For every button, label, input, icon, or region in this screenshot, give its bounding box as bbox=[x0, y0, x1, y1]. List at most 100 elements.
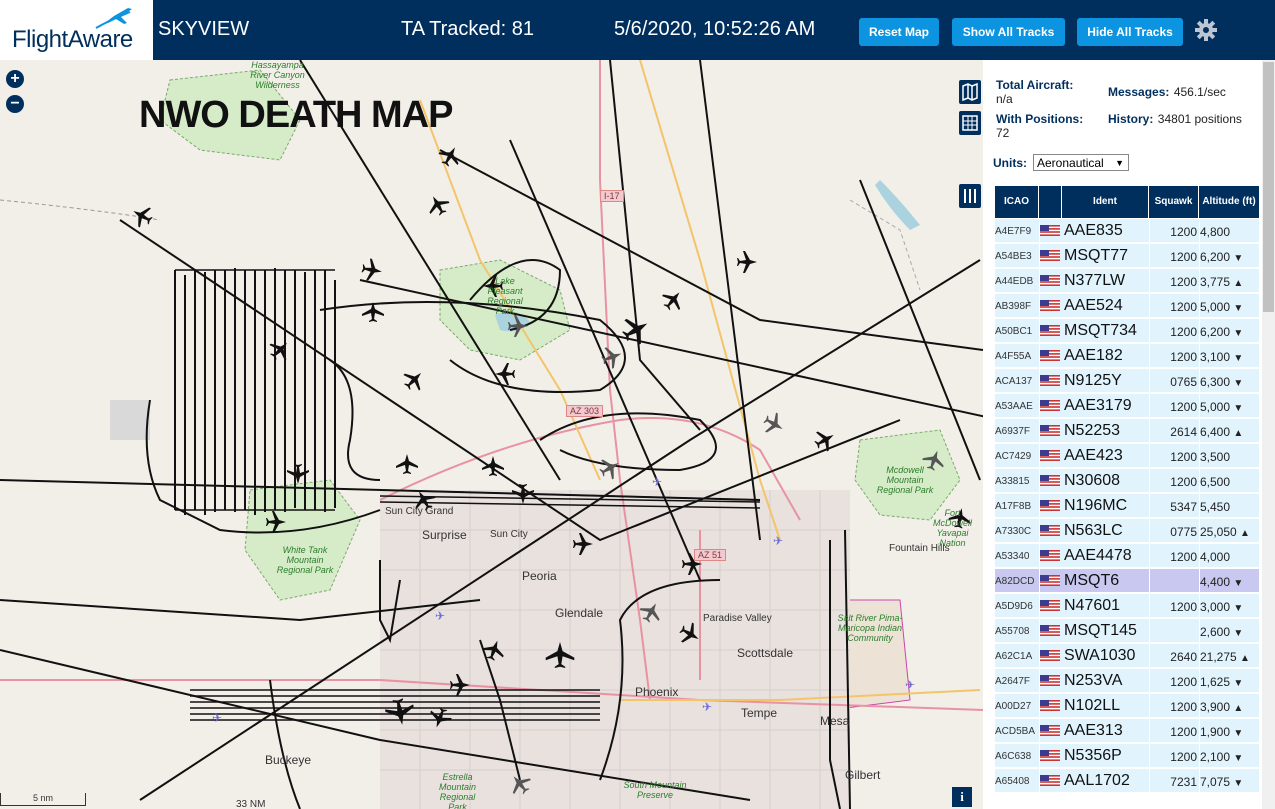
info-button[interactable]: i bbox=[952, 787, 972, 807]
aircraft-icon bbox=[133, 207, 153, 228]
us-flag-icon bbox=[1040, 275, 1060, 286]
table-row[interactable]: A6C638 N5356P 1200 2,100 ▼ bbox=[995, 744, 1259, 768]
tracked-count: TA Tracked: 81 bbox=[401, 18, 535, 40]
column-divider bbox=[1149, 244, 1150, 268]
altitude-value: 1,900 bbox=[1200, 725, 1231, 739]
table-row[interactable]: A53AAE AAE3179 1200 5,000 ▼ bbox=[995, 394, 1259, 418]
table-row[interactable]: A50BC1 MSQT734 1200 6,200 ▼ bbox=[995, 319, 1259, 343]
place-glendale: Glendale bbox=[555, 606, 604, 620]
table-row[interactable]: A00D27 N102LL 1200 3,900 ▲ bbox=[995, 694, 1259, 718]
ident-cell: N253VA bbox=[1064, 672, 1123, 689]
units-select[interactable]: Aeronautical ▼ bbox=[1033, 154, 1129, 171]
altitude-cell: 25,050 ▲ bbox=[1200, 525, 1256, 539]
place-sun-city-grand: Sun City Grand bbox=[385, 506, 454, 517]
aircraft-icon bbox=[763, 412, 783, 433]
us-flag-icon bbox=[1040, 775, 1060, 786]
map-view[interactable]: ✈ ✈ ✈ ✈ ✈ ✈ + − NWO DEATH MAP Surprise S… bbox=[0, 60, 983, 809]
altitude-cell: 6,400 ▲ bbox=[1200, 425, 1256, 439]
table-row[interactable]: A55708 MSQT145 2,600 ▼ bbox=[995, 619, 1259, 643]
column-divider bbox=[1199, 569, 1200, 593]
map-layers-button[interactable] bbox=[959, 80, 981, 104]
table-row[interactable]: ACD5BA AAE313 1200 1,900 ▼ bbox=[995, 719, 1259, 743]
table-row[interactable]: AC7429 AAE423 1200 3,500 bbox=[995, 444, 1259, 468]
hide-all-tracks-button[interactable]: Hide All Tracks bbox=[1077, 18, 1183, 46]
column-divider bbox=[1039, 744, 1040, 768]
table-row[interactable]: A82DCD MSQT6 4,400 ▼ bbox=[995, 569, 1259, 593]
show-all-tracks-button[interactable]: Show All Tracks bbox=[952, 18, 1065, 46]
us-flag-icon bbox=[1040, 425, 1060, 436]
place-phoenix: Phoenix bbox=[635, 685, 679, 699]
squawk-cell: 7231 bbox=[1170, 775, 1197, 789]
grid-toggle-button[interactable] bbox=[959, 111, 981, 135]
us-flag-icon bbox=[1040, 475, 1060, 486]
col-altitude[interactable]: Altitude (ft) bbox=[1199, 186, 1259, 218]
column-divider bbox=[1199, 719, 1200, 743]
dropdown-arrow-icon: ▼ bbox=[1115, 158, 1124, 168]
table-row[interactable]: A53340 AAE4478 1200 4,000 bbox=[995, 544, 1259, 568]
squawk-cell: 1200 bbox=[1170, 475, 1197, 489]
zoom-out-button[interactable]: − bbox=[6, 95, 24, 113]
col-ident[interactable]: Ident bbox=[1062, 186, 1149, 218]
columns-toggle-button[interactable] bbox=[959, 184, 981, 208]
altitude-value: 3,900 bbox=[1200, 700, 1231, 714]
column-divider bbox=[1039, 419, 1040, 443]
table-row[interactable]: A65408 AAL1702 7231 7,075 ▼ bbox=[995, 769, 1259, 793]
place-peoria: Peoria bbox=[522, 569, 557, 583]
table-row[interactable]: ACA137 N9125Y 0765 6,300 ▼ bbox=[995, 369, 1259, 393]
column-divider bbox=[1149, 219, 1150, 243]
scrollbar-thumb[interactable] bbox=[1263, 62, 1274, 312]
with-positions-label: With Positions: bbox=[996, 112, 1084, 126]
icao-cell: A7330C bbox=[995, 526, 1032, 537]
table-row[interactable]: A2647F N253VA 1200 1,625 ▼ bbox=[995, 669, 1259, 693]
table-row[interactable]: A4E7F9 AAE835 1200 4,800 bbox=[995, 219, 1259, 243]
column-divider bbox=[1199, 544, 1200, 568]
park-mcdowell: Mcdowell Mountain Regional Park bbox=[876, 465, 934, 495]
table-row[interactable]: A62C1A SWA1030 2640 21,275 ▲ bbox=[995, 644, 1259, 668]
us-flag-icon bbox=[1040, 700, 1060, 711]
col-icao[interactable]: ICAO bbox=[995, 186, 1039, 218]
icao-cell: AC7429 bbox=[995, 451, 1032, 462]
column-divider bbox=[1149, 394, 1150, 418]
altitude-cell: 1,625 ▼ bbox=[1200, 675, 1256, 689]
table-row[interactable]: A7330C N563LC 0775 25,050 ▲ bbox=[995, 519, 1259, 543]
table-row[interactable]: A4F55A AAE182 1200 3,100 ▼ bbox=[995, 344, 1259, 368]
park-area bbox=[244, 479, 361, 601]
us-flag-icon bbox=[1040, 600, 1060, 611]
with-positions-value: 72 bbox=[996, 126, 1010, 140]
table-row[interactable]: AB398F AAE524 1200 5,000 ▼ bbox=[995, 294, 1259, 318]
squawk-cell: 1200 bbox=[1170, 600, 1197, 614]
squawk-cell: 1200 bbox=[1170, 250, 1197, 264]
place-gilbert: Gilbert bbox=[845, 768, 881, 782]
squawk-cell: 1200 bbox=[1170, 300, 1197, 314]
table-row[interactable]: A6937F N52253 2614 6,400 ▲ bbox=[995, 419, 1259, 443]
history-value: 34801 positions bbox=[1157, 112, 1242, 126]
table-row[interactable]: A54BE3 MSQT77 1200 6,200 ▼ bbox=[995, 244, 1259, 268]
column-divider bbox=[1039, 669, 1040, 693]
altitude-trend-icon: ▼ bbox=[1233, 728, 1244, 739]
col-flag[interactable] bbox=[1039, 186, 1062, 218]
table-row[interactable]: A17F8B N196MC 5347 5,450 bbox=[995, 494, 1259, 518]
altitude-cell: 3,900 ▲ bbox=[1200, 700, 1256, 714]
road-label-az51: AZ 51 bbox=[694, 549, 727, 561]
us-flag-icon bbox=[1040, 650, 1060, 661]
gear-icon[interactable] bbox=[1194, 18, 1218, 42]
table-row[interactable]: A5D9D6 N47601 1200 3,000 ▼ bbox=[995, 594, 1259, 618]
zoom-in-button[interactable]: + bbox=[6, 70, 24, 88]
total-aircraft: Total Aircraft: n/a bbox=[996, 78, 1073, 106]
table-row[interactable]: A44EDB N377LW 1200 3,775 ▲ bbox=[995, 269, 1259, 293]
column-divider bbox=[1039, 769, 1040, 793]
ident-cell: AAE313 bbox=[1064, 722, 1123, 739]
aircraft-icon bbox=[662, 292, 681, 311]
flightaware-logo[interactable]: FlightAware bbox=[0, 0, 153, 60]
reset-map-button[interactable]: Reset Map bbox=[859, 18, 939, 46]
column-divider bbox=[1149, 644, 1150, 668]
squawk-cell: 1200 bbox=[1170, 225, 1197, 239]
column-divider bbox=[1199, 744, 1200, 768]
place-paradise-valley: Paradise Valley bbox=[703, 613, 772, 624]
column-divider bbox=[1039, 269, 1040, 293]
aircraft-icon bbox=[269, 342, 288, 361]
col-squawk[interactable]: Squawk bbox=[1149, 186, 1199, 218]
table-row[interactable]: A33815 N30608 1200 6,500 bbox=[995, 469, 1259, 493]
altitude-trend-icon: ▲ bbox=[1240, 653, 1250, 664]
altitude-trend-icon: ▼ bbox=[1233, 753, 1244, 764]
